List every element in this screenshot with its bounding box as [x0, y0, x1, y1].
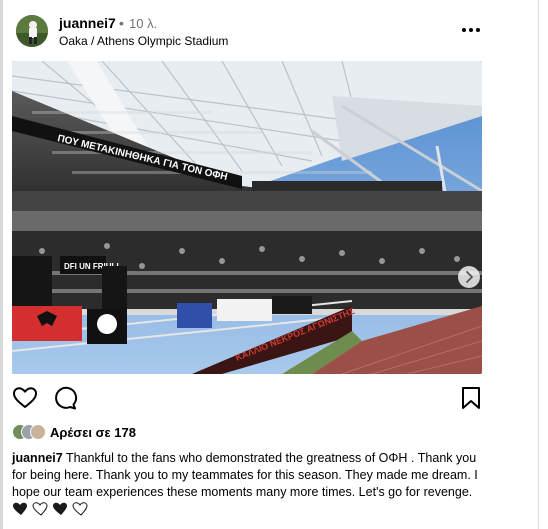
comment-button[interactable] [52, 386, 78, 415]
white-heart-icon [32, 502, 48, 516]
caption-username[interactable]: juannei7 [12, 451, 63, 465]
post-header: juannei7 • 10 λ. Oaka / Athens Olympic S… [12, 12, 490, 52]
like-button[interactable] [12, 386, 38, 415]
chevron-right-icon [466, 271, 473, 283]
white-heart-icon [72, 502, 88, 516]
post-time[interactable]: 10 λ. [129, 16, 157, 31]
post-caption: juannei7 Thankful to the fans who demons… [12, 450, 490, 521]
post-actions-bar [12, 384, 486, 414]
caption-hearts [13, 502, 93, 521]
likes-count[interactable]: Αρέσει σε 178 [50, 425, 136, 440]
right-frame-edge [538, 0, 539, 529]
save-button[interactable] [460, 386, 482, 415]
post-username[interactable]: juannei7 [59, 15, 116, 31]
liker-avatar [30, 424, 46, 440]
liker-avatars [12, 424, 50, 440]
post-photo[interactable]: ΠΟΥ ΜΕΤΑΚΙΝΗΘΗΚΑ ΓΙΑ ΤΟΝ ΟΦΗ DFI UN FRIU… [12, 61, 482, 374]
avatar[interactable] [16, 15, 48, 47]
post-location[interactable]: Oaka / Athens Olympic Stadium [59, 34, 228, 48]
comment-bubble-icon [55, 386, 78, 410]
black-heart-icon [13, 502, 27, 515]
black-heart-icon [53, 502, 67, 515]
carousel-next-button[interactable] [458, 266, 480, 288]
heart-outline-icon [13, 387, 37, 408]
more-horizontal-icon[interactable] [460, 22, 482, 38]
separator-dot: • [119, 15, 124, 31]
bookmark-icon [462, 387, 480, 409]
left-frame-edge [0, 0, 3, 529]
caption-text: Thankful to the fans who demonstrated th… [12, 451, 478, 499]
